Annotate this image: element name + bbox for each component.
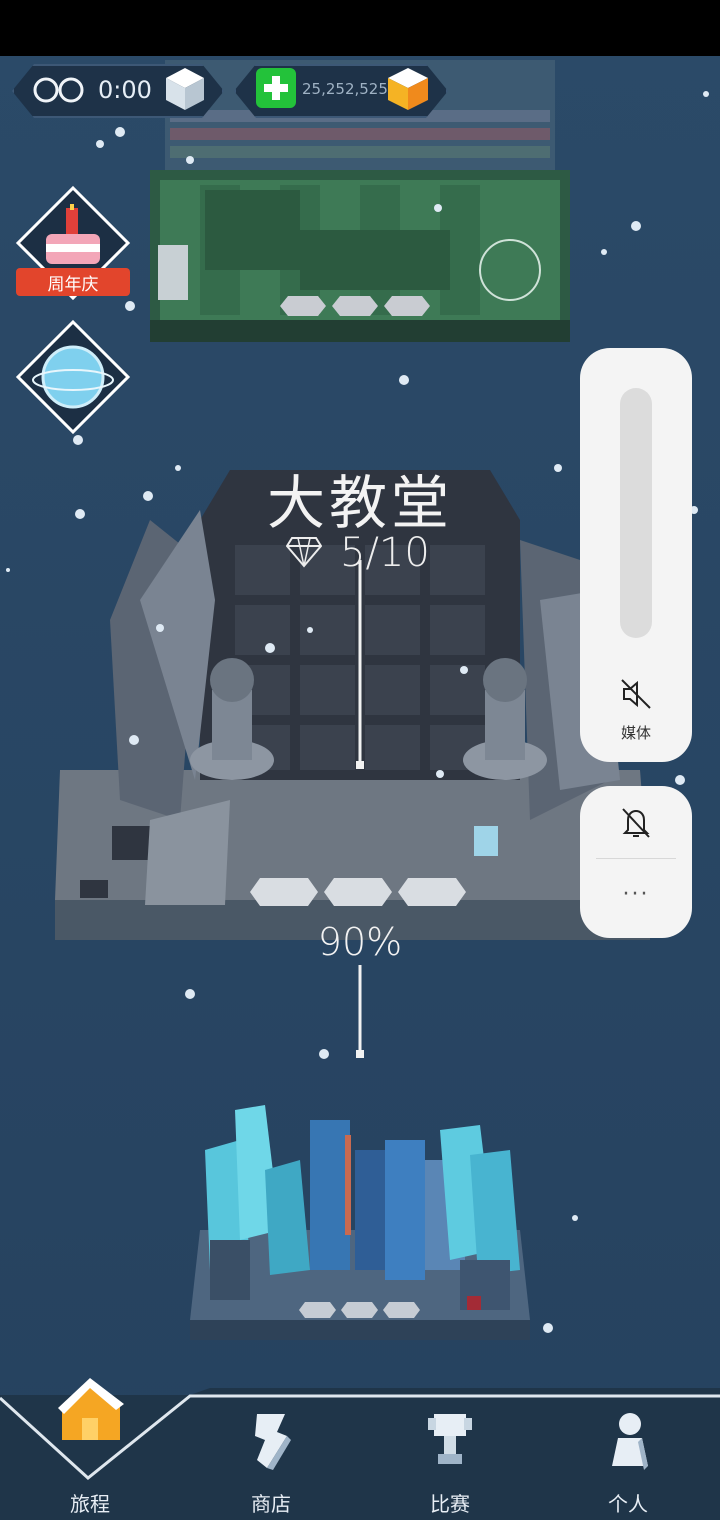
media-volume-slider[interactable]: [620, 388, 652, 638]
planet-icon: [15, 319, 131, 435]
nav-shop-label: 商店: [251, 1492, 291, 1516]
panel-divider: [596, 858, 676, 859]
bell-mute-icon[interactable]: [620, 806, 652, 840]
add-currency-button[interactable]: [256, 68, 296, 108]
shop-icon: [255, 1414, 291, 1470]
more-options-button[interactable]: ···: [580, 882, 692, 907]
nav-match-label: 比赛: [430, 1492, 470, 1516]
nav-shop[interactable]: 商店: [211, 1406, 331, 1520]
nav-journey-label: 旅程: [70, 1492, 110, 1516]
ringer-panel[interactable]: ···: [580, 786, 692, 938]
trophy-icon: [428, 1414, 472, 1464]
speaker-mute-icon[interactable]: [620, 678, 652, 710]
anniversary-label: 周年庆: [47, 275, 99, 295]
plus-icon: [264, 76, 288, 100]
white-cube-icon: [166, 68, 204, 110]
nav-profile[interactable]: 个人: [568, 1406, 688, 1520]
nav-profile-label: 个人: [608, 1492, 648, 1516]
infinity-icon: [33, 77, 84, 103]
gem-count: 5/10: [340, 530, 430, 576]
status-bar: [0, 0, 720, 56]
media-label: 媒体: [620, 724, 651, 742]
house-icon: [58, 1378, 124, 1440]
media-volume-panel[interactable]: 媒体: [580, 348, 692, 762]
diamond-icon: [286, 537, 322, 568]
nav-match[interactable]: 比赛: [390, 1406, 510, 1520]
person-icon: [612, 1413, 648, 1470]
world-button[interactable]: [14, 318, 132, 436]
currency-text: 25,252,525: [302, 80, 388, 98]
timer-text: 0:00: [98, 76, 152, 104]
nav-journey[interactable]: 旅程: [30, 1370, 150, 1520]
gold-cube-icon: [388, 68, 428, 110]
